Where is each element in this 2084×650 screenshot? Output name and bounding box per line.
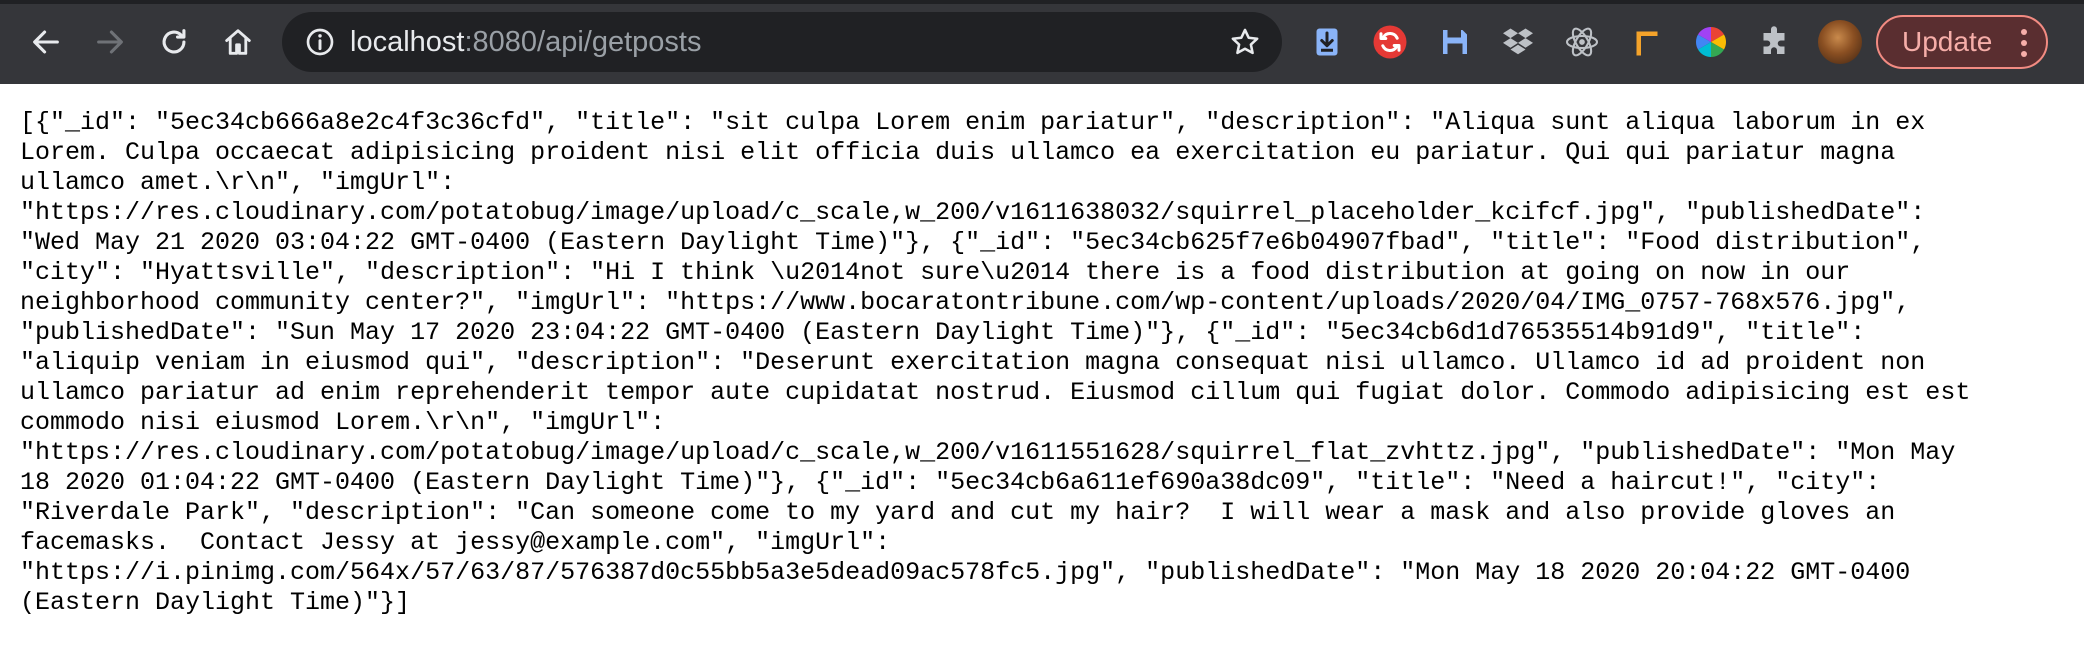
puzzle-piece-icon (1763, 26, 1785, 54)
json-line: neighborhood community center?", "imgUrl… (20, 288, 1911, 317)
profile-avatar[interactable] (1818, 20, 1862, 64)
floppy-disk-icon (1443, 30, 1467, 54)
forward-button[interactable] (86, 18, 134, 66)
extension-save[interactable] (1435, 22, 1475, 62)
json-line: "Riverdale Park", "description": "Can so… (20, 498, 1896, 527)
arrow-right-icon (97, 30, 123, 54)
extension-sync[interactable] (1370, 22, 1410, 62)
extension-dropbox[interactable] (1498, 22, 1538, 62)
extension-ruler[interactable] (1627, 22, 1667, 62)
extension-downloader[interactable] (1307, 22, 1347, 62)
extension-color-picker[interactable] (1691, 22, 1731, 62)
react-icon (1565, 27, 1599, 57)
ruler-icon (1636, 31, 1658, 56)
json-line: [{"_id": "5ec34cb666a8e2c4f3c36cfd", "ti… (20, 108, 1926, 137)
downloader-icon (1316, 28, 1338, 56)
json-line: 18 2020 01:04:22 GMT-0400 (Eastern Dayli… (20, 468, 1881, 497)
reload-button[interactable] (150, 18, 198, 66)
json-line: "https://res.cloudinary.com/potatobug/im… (20, 438, 1956, 467)
more-vert-icon[interactable] (2020, 28, 2028, 58)
browser-toolbar: localhost:8080/api/getposts Update (0, 0, 2084, 84)
json-line: commodo nisi eiusmod Lorem.\r\n", "imgUr… (20, 408, 666, 437)
address-bar[interactable]: localhost:8080/api/getposts (282, 12, 1282, 72)
json-line: facemasks. Contact Jessy at jessy@exampl… (20, 528, 891, 557)
back-button[interactable] (22, 18, 70, 66)
json-response-body: [{"_id": "5ec34cb666a8e2c4f3c36cfd", "ti… (20, 108, 2064, 618)
json-line: ullamco pariatur ad enim reprehenderit t… (20, 378, 1971, 407)
url-text[interactable]: localhost:8080/api/getposts (350, 12, 701, 72)
json-line: Lorem. Culpa occaecat adipisicing proide… (20, 138, 1896, 167)
tab-strip-edge (0, 0, 2084, 4)
dropbox-icon (1503, 28, 1533, 55)
info-icon[interactable] (304, 26, 336, 58)
json-line: "city": "Hyattsville", "description": "H… (20, 258, 1851, 287)
reload-icon (162, 29, 186, 54)
json-line: (Eastern Daylight Time)"}] (20, 588, 411, 617)
json-line: "https://res.cloudinary.com/potatobug/im… (20, 198, 1926, 227)
home-button[interactable] (214, 18, 262, 66)
extension-react-devtools[interactable] (1562, 22, 1602, 62)
json-line: ullamco amet.\r\n", "imgUrl": (20, 168, 456, 197)
url-host: localhost (350, 26, 465, 58)
json-line: "aliquip veniam in eiusmod qui", "descri… (20, 348, 1926, 377)
json-line: "Wed May 21 2020 03:04:22 GMT-0400 (East… (20, 228, 1926, 257)
update-button[interactable]: Update (1876, 15, 2048, 69)
update-button-label: Update (1902, 26, 1993, 57)
arrow-left-icon (33, 30, 59, 54)
json-line: "publishedDate": "Sun May 17 2020 23:04:… (20, 318, 1866, 347)
sync-icon (1373, 25, 1407, 59)
home-icon (225, 29, 251, 55)
bookmark-star-icon[interactable] (1228, 25, 1262, 59)
url-path: :8080/api/getposts (464, 26, 702, 58)
extensions-menu-button[interactable] (1754, 22, 1794, 62)
json-line: "https://i.pinimg.com/564x/57/63/87/5763… (20, 558, 1911, 587)
color-wheel-icon (1696, 27, 1726, 57)
